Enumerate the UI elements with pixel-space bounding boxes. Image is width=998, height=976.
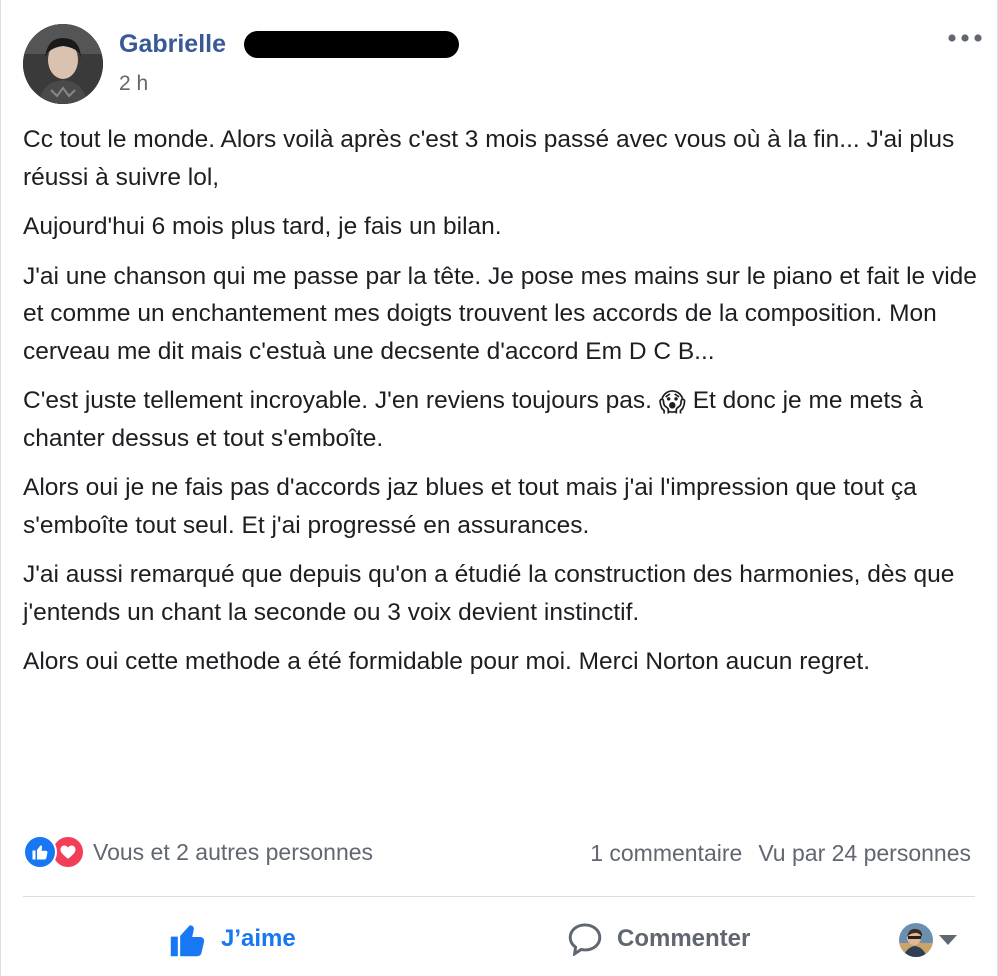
like-button[interactable]: J’aime <box>169 912 296 966</box>
post-paragraph: J'ai une chanson qui me passe par la têt… <box>23 262 977 365</box>
author-name[interactable]: Gabrielle <box>119 30 226 59</box>
comment-button[interactable]: Commenter <box>567 912 750 966</box>
name-redaction <box>244 31 459 58</box>
chevron-down-icon <box>939 935 957 945</box>
views-count[interactable]: Vu par 24 personnes <box>758 840 971 867</box>
like-icon <box>23 835 57 869</box>
author-avatar[interactable] <box>23 24 103 104</box>
paragraph-text: C'est juste tellement incroyable. J'en r… <box>23 387 659 414</box>
divider <box>23 896 975 897</box>
thumbs-up-icon <box>169 921 207 957</box>
like-label: J’aime <box>221 925 296 952</box>
facebook-post: Gabrielle 2 h Cc tout le monde. Alors vo… <box>0 0 998 976</box>
user-avatar <box>899 923 933 957</box>
post-stats: 1 commentaire Vu par 24 personnes <box>590 840 971 867</box>
post-paragraph: Cc tout le monde. Alors voilà après c'es… <box>23 126 955 191</box>
more-options-button[interactable] <box>945 26 985 50</box>
post-paragraph: Alors oui cette methode a été formidable… <box>23 648 871 675</box>
post-paragraph: Aujourd'hui 6 mois plus tard, je fais un… <box>23 213 502 240</box>
post-paragraph: Alors oui je ne fais pas d'accords jaz b… <box>23 474 917 539</box>
post-text: Cc tout le monde. Alors voilà après c'es… <box>23 121 981 693</box>
reactions-summary[interactable]: Vous et 2 autres personnes <box>23 832 373 872</box>
comment-label: Commenter <box>617 925 751 952</box>
audience-selector[interactable] <box>899 920 957 960</box>
post-paragraph: C'est juste tellement incroyable. J'en r… <box>23 382 981 457</box>
more-icon <box>948 34 982 42</box>
reaction-count-text[interactable]: Vous et 2 autres personnes <box>93 839 373 866</box>
post-timestamp[interactable]: 2 h <box>119 72 148 96</box>
screaming-face-emoji: 😱 <box>658 388 686 418</box>
comments-count[interactable]: 1 commentaire <box>590 840 742 867</box>
post-paragraph: J'ai aussi remarqué que depuis qu'on a é… <box>23 561 955 626</box>
comment-icon <box>567 922 603 956</box>
